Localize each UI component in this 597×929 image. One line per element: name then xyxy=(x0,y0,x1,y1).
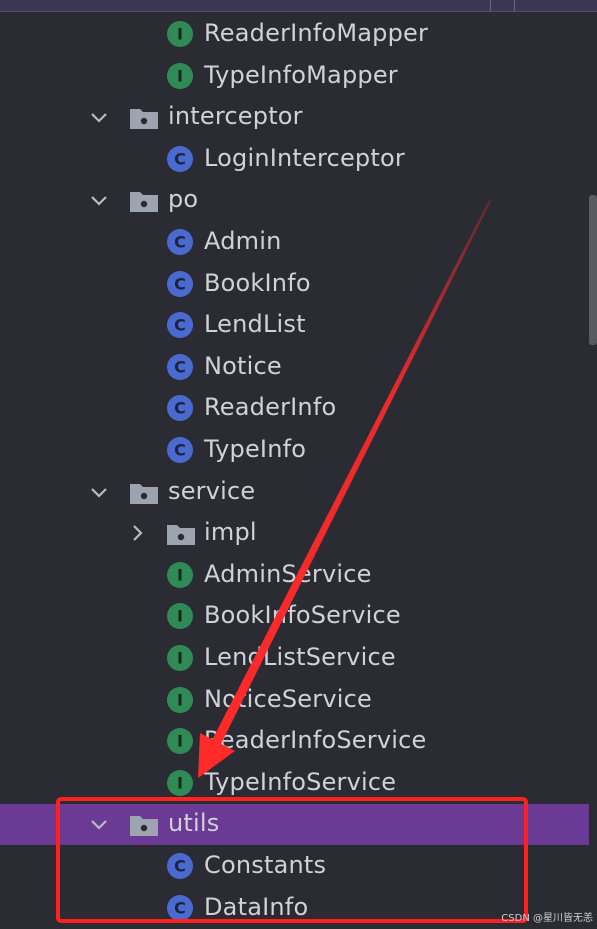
class-icon: C xyxy=(166,852,194,880)
class-icon: C xyxy=(166,353,194,381)
class-icon: C xyxy=(166,145,194,173)
svg-text:C: C xyxy=(174,316,186,335)
tree-item-LendListService[interactable]: I LendListService xyxy=(0,638,589,679)
folder-icon xyxy=(129,106,158,134)
tree-item-label: utils xyxy=(168,809,220,838)
class-icon: C xyxy=(166,436,194,464)
folder-icon xyxy=(166,522,195,550)
tree-item-Constants[interactable]: C Constants xyxy=(0,846,589,887)
svg-text:I: I xyxy=(177,732,183,751)
interface-icon: I xyxy=(166,62,194,90)
tree-item-label: impl xyxy=(204,518,257,547)
tree-folder-po[interactable]: po xyxy=(0,180,589,221)
folder-icon xyxy=(129,189,158,217)
tree-item-NoticeService[interactable]: I NoticeService xyxy=(0,680,589,721)
svg-text:I: I xyxy=(177,649,183,668)
svg-text:I: I xyxy=(177,607,183,626)
tree-item-label: LendListService xyxy=(204,643,396,671)
tree-item-label: ReaderInfoMapper xyxy=(204,19,429,47)
tree-item-label: Admin xyxy=(204,227,282,255)
tool-window-header xyxy=(0,0,597,12)
tree-item-label: BookInfo xyxy=(204,268,311,297)
interface-icon: I xyxy=(166,727,194,755)
tree-item-label: TypeInfo xyxy=(204,435,307,463)
svg-text:I: I xyxy=(177,690,183,709)
tree-item-TypeInfo[interactable]: C TypeInfo xyxy=(0,430,589,471)
tree-item-Notice[interactable]: C Notice xyxy=(0,347,589,388)
tree-item-label: DataInfo xyxy=(204,892,309,921)
tree-item-TypeInfoMapper[interactable]: I TypeInfoMapper xyxy=(0,56,589,97)
tree-item-label: Constants xyxy=(204,851,327,879)
tree-item-BookInfo[interactable]: C BookInfo xyxy=(0,264,589,305)
interface-icon: I xyxy=(166,20,194,48)
svg-text:C: C xyxy=(174,441,186,460)
tree-item-label: TypeInfoService xyxy=(204,767,397,796)
chevron-down-icon[interactable] xyxy=(90,483,108,501)
chevron-down-icon[interactable] xyxy=(90,191,108,209)
tree-item-label: TypeInfoMapper xyxy=(204,60,398,89)
tree-item-label: po xyxy=(168,185,199,214)
tree-item-AdminService[interactable]: I AdminService xyxy=(0,555,589,596)
tree-item-label: BookInfoService xyxy=(204,601,401,630)
svg-text:C: C xyxy=(174,357,186,376)
folder-icon xyxy=(129,813,158,841)
tree-item-label: AdminService xyxy=(204,559,372,588)
interface-icon: I xyxy=(166,644,194,672)
tree-item-label: service xyxy=(168,476,256,505)
tree-item-BookInfoService[interactable]: I BookInfoService xyxy=(0,596,589,637)
chevron-right-icon[interactable] xyxy=(128,524,146,542)
tree-item-LendList[interactable]: C LendList xyxy=(0,305,589,346)
tree-item-label: LoginInterceptor xyxy=(204,143,405,172)
tree-item-label: ReaderInfoService xyxy=(204,726,427,755)
svg-text:C: C xyxy=(174,857,186,876)
tree-item-label: interceptor xyxy=(168,102,303,131)
header-divider xyxy=(490,0,491,11)
tree-item-label: ReaderInfo xyxy=(204,393,337,422)
tree-folder-utils[interactable]: utils xyxy=(0,804,589,846)
tree-item-LoginInterceptor[interactable]: C LoginInterceptor xyxy=(0,139,589,180)
svg-text:C: C xyxy=(174,149,186,168)
header-divider xyxy=(514,0,515,11)
svg-text:I: I xyxy=(177,66,183,85)
svg-text:I: I xyxy=(177,25,183,44)
class-icon: C xyxy=(166,311,194,339)
chevron-down-icon[interactable] xyxy=(90,815,108,833)
svg-text:I: I xyxy=(177,773,183,792)
svg-text:I: I xyxy=(177,565,183,584)
tree-folder-impl[interactable]: impl xyxy=(0,513,589,554)
tree-item-label: Notice xyxy=(204,351,282,380)
tree-item-label: LendList xyxy=(204,310,306,339)
tree-folder-service[interactable]: service xyxy=(0,472,589,513)
tree-item-TypeInfoService[interactable]: I TypeInfoService xyxy=(0,763,589,804)
svg-text:C: C xyxy=(174,399,186,418)
svg-text:C: C xyxy=(174,274,186,293)
tree-item-label: NoticeService xyxy=(204,684,372,713)
class-icon: C xyxy=(166,270,194,298)
tree-item-Admin[interactable]: C Admin xyxy=(0,222,589,263)
interface-icon: I xyxy=(166,769,194,797)
chevron-down-icon[interactable] xyxy=(90,108,108,126)
tree-item-ReaderInfoMapper[interactable]: I ReaderInfoMapper xyxy=(0,14,589,55)
tree-item-ReaderInfo[interactable]: C ReaderInfo xyxy=(0,388,589,429)
tree-folder-interceptor[interactable]: interceptor xyxy=(0,97,589,138)
vertical-scrollbar[interactable] xyxy=(589,195,597,345)
interface-icon: I xyxy=(166,561,194,589)
folder-icon xyxy=(129,481,158,509)
interface-icon: I xyxy=(166,686,194,714)
svg-text:C: C xyxy=(174,233,186,252)
class-icon: C xyxy=(166,394,194,422)
watermark: CSDN @星川皆无恙 xyxy=(501,913,593,924)
tree-item-ReaderInfoService[interactable]: I ReaderInfoService xyxy=(0,721,589,762)
svg-text:C: C xyxy=(174,898,186,917)
class-icon: C xyxy=(166,228,194,256)
interface-icon: I xyxy=(166,602,194,630)
class-icon: C xyxy=(166,894,194,922)
